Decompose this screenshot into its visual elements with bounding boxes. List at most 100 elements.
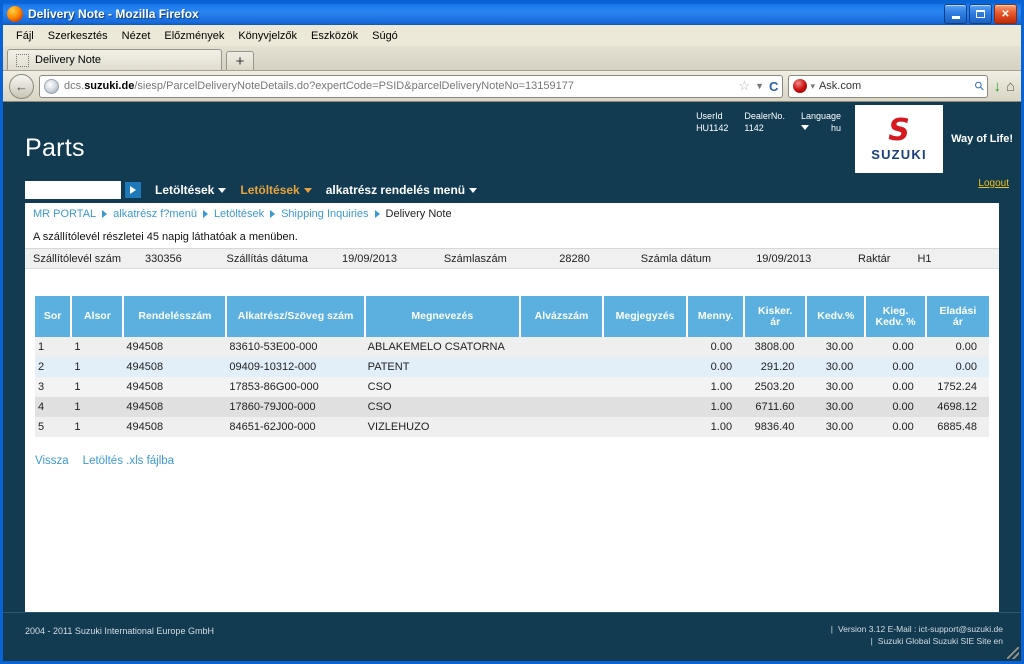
page-favicon-icon bbox=[16, 53, 29, 67]
downloads-icon[interactable]: ↓ bbox=[993, 78, 1001, 95]
close-button[interactable]: ✕ bbox=[994, 4, 1017, 24]
delivery-note-value: 330356 bbox=[145, 252, 182, 265]
cell-alvazszam bbox=[519, 357, 604, 377]
cell-sor: 2 bbox=[35, 357, 72, 377]
cell-kieg: 0.00 bbox=[865, 377, 926, 397]
content-area: MR PORTAL alkatrész f?menü Letöltések Sh… bbox=[25, 203, 999, 613]
menu-bookmarks[interactable]: Könyvjelzők bbox=[231, 28, 304, 44]
col-header-kisker-ar[interactable]: Kisker. ár bbox=[744, 296, 808, 337]
url-text: dcs.suzuki.de/siesp/ParcelDeliveryNoteDe… bbox=[64, 80, 574, 92]
search-icon[interactable]: ⚲ bbox=[971, 78, 987, 94]
col-header-alvazszam[interactable]: Alvázszám bbox=[519, 296, 605, 337]
cell-rendelesszam: 494508 bbox=[123, 357, 227, 377]
cell-rendelesszam: 494508 bbox=[123, 397, 227, 417]
back-link[interactable]: Vissza bbox=[35, 455, 69, 467]
language-label: Language bbox=[800, 111, 841, 121]
col-header-line2: ár bbox=[952, 315, 963, 328]
search-bar[interactable]: ▾ Ask.com ⚲ bbox=[788, 74, 989, 98]
cell-eladasi: 4698.12 bbox=[925, 397, 989, 417]
cell-megjegyzes bbox=[603, 397, 688, 417]
nav-menu-letoltesek-2[interactable]: Letöltések bbox=[240, 183, 312, 197]
col-header-eladasi-ar[interactable]: Eladási ár bbox=[925, 296, 989, 337]
col-header-alsor[interactable]: Alsor bbox=[71, 296, 125, 337]
menu-view[interactable]: Nézet bbox=[115, 28, 158, 44]
table-row[interactable]: 4 1 494508 17860-79J00-000 CSO 1.00 6711… bbox=[35, 397, 989, 417]
breadcrumb-item-letoltesek[interactable]: Letöltések bbox=[214, 208, 264, 220]
site-search-input[interactable] bbox=[25, 181, 121, 199]
language-block[interactable]: Language hu bbox=[800, 110, 841, 134]
cell-megjegyzes bbox=[603, 417, 688, 437]
menu-tools[interactable]: Eszközök bbox=[304, 28, 365, 44]
menu-history[interactable]: Előzmények bbox=[157, 28, 231, 44]
search-engine-label: Ask.com bbox=[818, 80, 862, 92]
suzuki-s-mark-icon: S bbox=[888, 113, 910, 148]
cell-kedv: 30.00 bbox=[806, 417, 866, 437]
cell-menny: 0.00 bbox=[687, 337, 745, 357]
col-header-sor[interactable]: Sor bbox=[35, 296, 73, 337]
logout-link[interactable]: Logout bbox=[978, 178, 1009, 189]
menu-help[interactable]: Súgó bbox=[365, 28, 405, 44]
cell-sor: 5 bbox=[35, 417, 72, 437]
cell-megnevezes: CSO bbox=[364, 397, 520, 417]
user-id-block: UserId HU1142 bbox=[696, 110, 728, 134]
table-row[interactable]: 3 1 494508 17853-86G00-000 CSO 1.00 2503… bbox=[35, 377, 989, 397]
window-title: Delivery Note - Mozilla Firefox bbox=[28, 7, 199, 21]
back-button[interactable]: ← bbox=[9, 73, 34, 99]
reload-icon[interactable]: C bbox=[769, 79, 778, 94]
cell-alsor: 1 bbox=[71, 397, 124, 417]
navigation-toolbar: ← dcs.suzuki.de/siesp/ParcelDeliveryNote… bbox=[3, 71, 1021, 102]
cell-rendelesszam: 494508 bbox=[123, 417, 227, 437]
cell-kisker: 9836.40 bbox=[744, 417, 807, 437]
chevron-down-icon[interactable] bbox=[800, 125, 809, 130]
address-bar[interactable]: dcs.suzuki.de/siesp/ParcelDeliveryNoteDe… bbox=[39, 74, 784, 98]
breadcrumb-item-shipping-inquiries[interactable]: Shipping Inquiries bbox=[281, 208, 368, 220]
language-value: hu bbox=[830, 123, 841, 133]
nav-menu-label: Letöltések bbox=[155, 183, 215, 197]
cell-kisker: 2503.20 bbox=[744, 377, 807, 397]
minimize-button[interactable] bbox=[944, 4, 967, 24]
table-row[interactable]: 5 1 494508 84651-62J00-000 VIZLEHUZO 1.0… bbox=[35, 417, 989, 437]
page-body: Parts UserId HU1142 DealerNo. 1142 Langu… bbox=[3, 102, 1021, 661]
maximize-button[interactable] bbox=[969, 4, 992, 24]
col-header-alkatresz-szoveg-szam[interactable]: Alkatrész/Szöveg szám bbox=[226, 296, 366, 337]
search-engine-chevron-icon[interactable]: ▾ bbox=[810, 81, 815, 92]
resize-grip[interactable] bbox=[1007, 647, 1019, 659]
nav-menu-alkatresz-rendeles[interactable]: alkatrész rendelés menü bbox=[326, 183, 478, 197]
footer-links-line: | Suzuki Global Suzuki SIE Site en bbox=[831, 635, 1003, 647]
tagline: Way of Life! bbox=[951, 133, 1013, 145]
col-header-kieg-kedv-percent[interactable]: Kieg. Kedv. % bbox=[865, 296, 927, 337]
cell-megjegyzes bbox=[603, 377, 688, 397]
menu-file[interactable]: Fájl bbox=[9, 28, 41, 44]
breadcrumb-separator-icon bbox=[202, 210, 208, 218]
col-header-rendelesszam[interactable]: Rendelésszám bbox=[123, 296, 228, 337]
cell-kisker: 291.20 bbox=[744, 357, 807, 377]
bookmark-star-icon[interactable]: ☆ bbox=[738, 78, 750, 94]
cell-eladasi: 0.00 bbox=[925, 337, 989, 357]
cell-alvazszam bbox=[519, 377, 604, 397]
menu-edit[interactable]: Szerkesztés bbox=[41, 28, 115, 44]
cell-alsor: 1 bbox=[71, 337, 124, 357]
breadcrumb-separator-icon bbox=[374, 210, 380, 218]
footer-site-links[interactable]: Suzuki Global Suzuki SIE Site en bbox=[878, 636, 1003, 646]
tab-delivery-note[interactable]: Delivery Note bbox=[7, 49, 222, 70]
table-header-row: Sor Alsor Rendelésszám Alkatrész/Szöveg … bbox=[35, 296, 989, 337]
table-row[interactable]: 1 1 494508 83610-53E00-000 ABLAKEMELO CS… bbox=[35, 337, 989, 357]
table-row[interactable]: 2 1 494508 09409-10312-000 PATENT 0.00 2… bbox=[35, 357, 989, 377]
col-header-menny[interactable]: Menny. bbox=[687, 296, 746, 337]
site-search-go-button[interactable] bbox=[125, 182, 141, 198]
parts-table-container: Sor Alsor Rendelésszám Alkatrész/Szöveg … bbox=[25, 269, 999, 437]
col-header-megjegyzes[interactable]: Megjegyzés bbox=[603, 296, 689, 337]
breadcrumb-item-alkatresz-fomenu[interactable]: alkatrész f?menü bbox=[113, 208, 197, 220]
breadcrumb-item-mr-portal[interactable]: MR PORTAL bbox=[33, 208, 96, 220]
home-icon[interactable]: ⌂ bbox=[1006, 78, 1015, 95]
cell-rendelesszam: 494508 bbox=[123, 337, 227, 357]
shipping-date-value: 19/09/2013 bbox=[341, 252, 398, 265]
download-xls-link[interactable]: Letöltés .xls fájlba bbox=[83, 455, 174, 467]
chevron-down-icon[interactable]: ▼ bbox=[755, 81, 764, 91]
col-header-megnevezes[interactable]: Megnevezés bbox=[364, 296, 521, 337]
cell-kedv: 30.00 bbox=[806, 357, 866, 377]
nav-menu-letoltesek-1[interactable]: Letöltések bbox=[155, 183, 227, 197]
col-header-kedv-percent[interactable]: Kedv.% bbox=[806, 296, 867, 337]
cell-kieg: 0.00 bbox=[865, 357, 926, 377]
new-tab-button[interactable]: + bbox=[226, 51, 254, 70]
